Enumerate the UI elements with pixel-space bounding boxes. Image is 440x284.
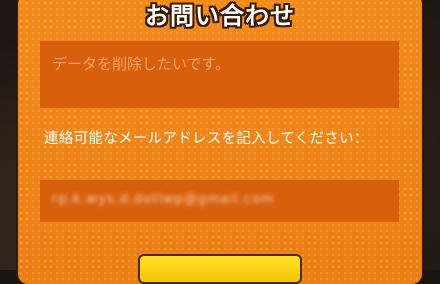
email-field[interactable]: rp.k.wys.d.dotlwp@gmail.com <box>40 180 399 222</box>
email-value: rp.k.wys.d.dotlwp@gmail.com <box>52 192 275 207</box>
submit-button[interactable] <box>138 254 302 284</box>
dialog-title: お問い合わせ <box>145 2 295 30</box>
message-placeholder: データを削除したいです。 <box>52 55 231 73</box>
message-textarea[interactable]: データを削除したいです。 <box>40 41 399 108</box>
email-label: 連絡可能なメールアドレスを記入してください： <box>44 131 369 147</box>
